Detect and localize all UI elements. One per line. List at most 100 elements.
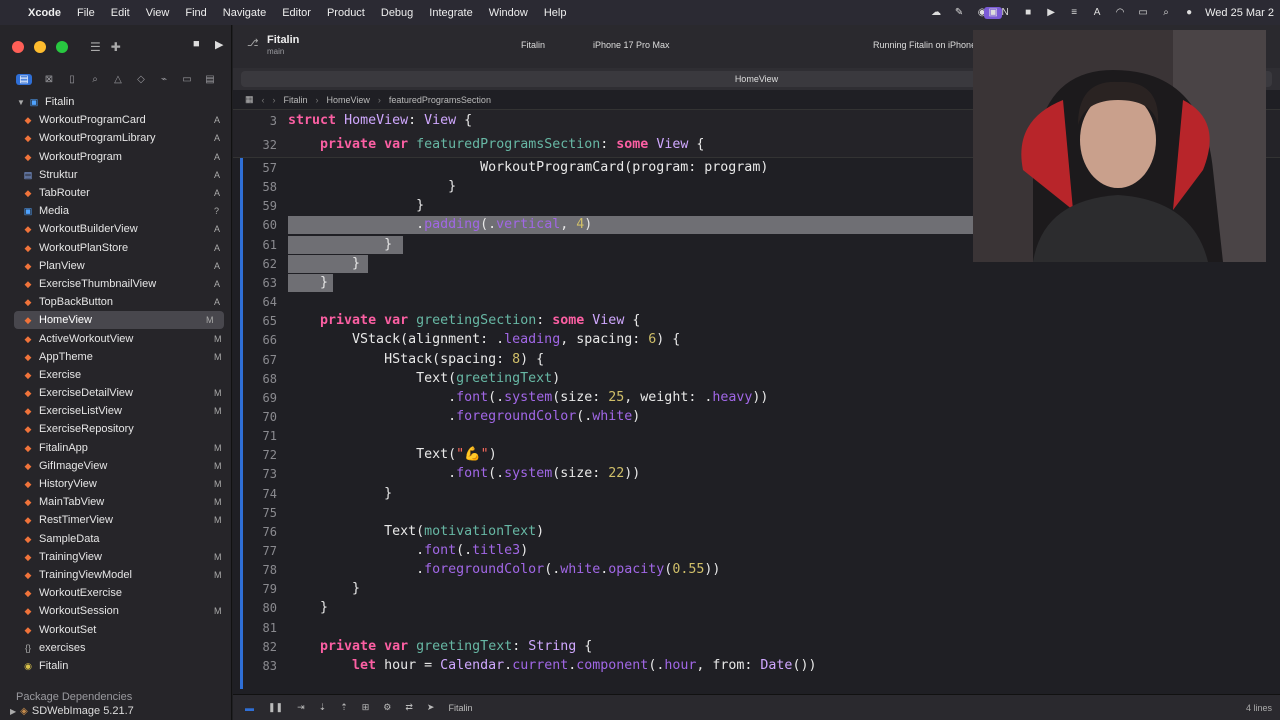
file-item-workoutbuilderview[interactable]: ◆ WorkoutBuilderView A: [0, 220, 232, 238]
file-item-trainingviewmodel[interactable]: ◆ TrainingViewModel M: [0, 566, 232, 584]
menu-edit[interactable]: Edit: [103, 7, 138, 19]
code-line[interactable]: }: [288, 198, 424, 213]
code-line[interactable]: Text("💪"): [288, 447, 497, 462]
file-item-exercisedetailview[interactable]: ◆ ExerciseDetailView M: [0, 384, 232, 402]
debug-target[interactable]: Fitalin: [448, 703, 472, 713]
file-item-workoutplanstore[interactable]: ◆ WorkoutPlanStore A: [0, 239, 232, 257]
console-toggle-icon[interactable]: ▬: [245, 703, 254, 713]
file-item-struktur[interactable]: ▤ Struktur A: [0, 166, 232, 184]
minimize-window-button[interactable]: [34, 40, 46, 53]
jump-file[interactable]: HomeView: [327, 95, 370, 105]
control-center-icon[interactable]: ≡: [1067, 7, 1081, 19]
step-in-icon[interactable]: ⇣: [319, 702, 327, 713]
file-item-homeview[interactable]: ◆ HomeView M: [14, 311, 224, 330]
file-item-workoutprogramcard[interactable]: ◆ WorkoutProgramCard A: [0, 111, 232, 129]
code-line[interactable]: .font(.title3): [288, 543, 528, 558]
menu-navigate[interactable]: Navigate: [215, 7, 274, 19]
file-item-exercisethumbnailview[interactable]: ◆ ExerciseThumbnailView A: [0, 275, 232, 293]
clock[interactable]: Wed 25 Mar 2: [1205, 7, 1274, 19]
step-out-icon[interactable]: ⇡: [340, 702, 348, 713]
close-window-button[interactable]: [12, 40, 24, 53]
view-hierarchy-icon[interactable]: ⊞: [362, 702, 370, 713]
file-item-exerciselistview[interactable]: ◆ ExerciseListView M: [0, 402, 232, 420]
code-line[interactable]: }: [288, 486, 392, 501]
menu-help[interactable]: Help: [536, 7, 575, 19]
debug-icon[interactable]: ⌁: [158, 74, 170, 85]
disclosure-icon[interactable]: ▶: [10, 707, 16, 716]
code-line[interactable]: }: [288, 600, 328, 615]
battery-icon[interactable]: ▭: [1136, 7, 1150, 19]
file-item-topbackbutton[interactable]: ◆ TopBackButton A: [0, 293, 232, 311]
search-icon[interactable]: ⌕: [1159, 7, 1173, 19]
file-item-exercises[interactable]: {} exercises: [0, 639, 232, 657]
file-item-workoutset[interactable]: ◆ WorkoutSet: [0, 620, 232, 638]
file-item-fitalinapp[interactable]: ◆ FitalinApp M: [0, 439, 232, 457]
code-line[interactable]: .font(.system(size: 22)): [288, 466, 640, 481]
code-line[interactable]: private var featuredProgramsSection: som…: [288, 137, 704, 152]
zoom-window-button[interactable]: [56, 40, 68, 53]
back-icon[interactable]: ‹: [262, 95, 265, 105]
environment-icon[interactable]: ⇄: [405, 702, 413, 713]
menu-debug[interactable]: Debug: [373, 7, 421, 19]
screen-record-icon[interactable]: ▣: [984, 6, 1003, 19]
location-icon[interactable]: ➤: [427, 702, 435, 713]
folder-icon[interactable]: ▤: [16, 73, 32, 85]
grid-icon[interactable]: ▦: [245, 94, 254, 105]
tree-root[interactable]: ▼ ▣ Fitalin: [0, 93, 232, 111]
branch-name[interactable]: main: [267, 47, 284, 56]
package-row[interactable]: ▶ ◈ SDWebImage 5.21.7: [10, 705, 134, 717]
file-item-fitalin[interactable]: ◉ Fitalin: [0, 657, 232, 675]
a-icon[interactable]: A: [1090, 7, 1104, 19]
stop-icon[interactable]: ■: [193, 38, 200, 50]
jump-symbol[interactable]: featuredProgramsSection: [389, 95, 491, 105]
test-icon[interactable]: ◇: [135, 74, 147, 85]
code-line[interactable]: .padding(.vertical, 4): [288, 217, 592, 232]
menu-find[interactable]: Find: [177, 7, 214, 19]
menu-window[interactable]: Window: [481, 7, 536, 19]
code-line[interactable]: .font(.system(size: 25, weight: .heavy)): [288, 390, 768, 405]
code-line[interactable]: Text(motivationText): [288, 524, 544, 539]
play-icon[interactable]: ▶: [1044, 7, 1058, 19]
camera-icon[interactable]: ■: [1021, 7, 1035, 19]
project-title[interactable]: Fitalin: [267, 34, 299, 46]
file-item-planview[interactable]: ◆ PlanView A: [0, 257, 232, 275]
file-item-resttimerview[interactable]: ◆ RestTimerView M: [0, 511, 232, 529]
code-line[interactable]: }: [288, 275, 328, 290]
code-line[interactable]: private var greetingText: String {: [288, 639, 592, 654]
code-line[interactable]: }: [288, 581, 360, 596]
file-item-apptheme[interactable]: ◆ AppTheme M: [0, 348, 232, 366]
file-item-historyview[interactable]: ◆ HistoryView M: [0, 475, 232, 493]
file-item-tabrouter[interactable]: ◆ TabRouter A: [0, 184, 232, 202]
menu-editor[interactable]: Editor: [274, 7, 319, 19]
file-item-activeworkoutview[interactable]: ◆ ActiveWorkoutView M: [0, 329, 232, 347]
code-line[interactable]: }: [288, 237, 392, 252]
code-line[interactable]: let hour = Calendar.current.component(.h…: [288, 658, 816, 673]
file-item-exerciserepository[interactable]: ◆ ExerciseRepository: [0, 420, 232, 438]
file-item-exercise[interactable]: ◆ Exercise: [0, 366, 232, 384]
menu-integrate[interactable]: Integrate: [421, 7, 480, 19]
forward-icon[interactable]: ›: [273, 95, 276, 105]
menu-app-name[interactable]: Xcode: [20, 7, 69, 19]
jump-project[interactable]: Fitalin: [284, 95, 308, 105]
wifi-icon[interactable]: ◠: [1113, 7, 1127, 19]
chevron-down-icon[interactable]: ▼: [14, 98, 28, 107]
breakpoint-icon[interactable]: ▭: [181, 74, 193, 85]
warning-icon[interactable]: △: [112, 74, 124, 85]
step-over-icon[interactable]: ⇥: [297, 702, 305, 713]
file-item-media[interactable]: ▣ Media?: [0, 202, 232, 220]
file-item-workoutprogram[interactable]: ◆ WorkoutProgram A: [0, 148, 232, 166]
user-icon[interactable]: ●: [1182, 7, 1196, 19]
pen-icon[interactable]: ✎: [952, 7, 966, 19]
scheme-selector[interactable]: Fitalin: [521, 40, 545, 50]
source-control-icon[interactable]: ⊠: [43, 74, 55, 85]
code-line[interactable]: Text(greetingText): [288, 371, 560, 386]
run-icon[interactable]: ▶: [215, 38, 223, 51]
destination-selector[interactable]: iPhone 17 Pro Max: [593, 40, 670, 50]
code-line[interactable]: }: [288, 179, 456, 194]
sidebar-toggle-icon[interactable]: ☰: [90, 40, 101, 54]
code-line[interactable]: }: [288, 256, 360, 271]
cloud-icon[interactable]: ☁: [929, 7, 943, 19]
file-item-trainingview[interactable]: ◆ TrainingView M: [0, 548, 232, 566]
file-item-workoutexercise[interactable]: ◆ WorkoutExercise: [0, 584, 232, 602]
file-item-workoutsession[interactable]: ◆ WorkoutSession M: [0, 602, 232, 620]
